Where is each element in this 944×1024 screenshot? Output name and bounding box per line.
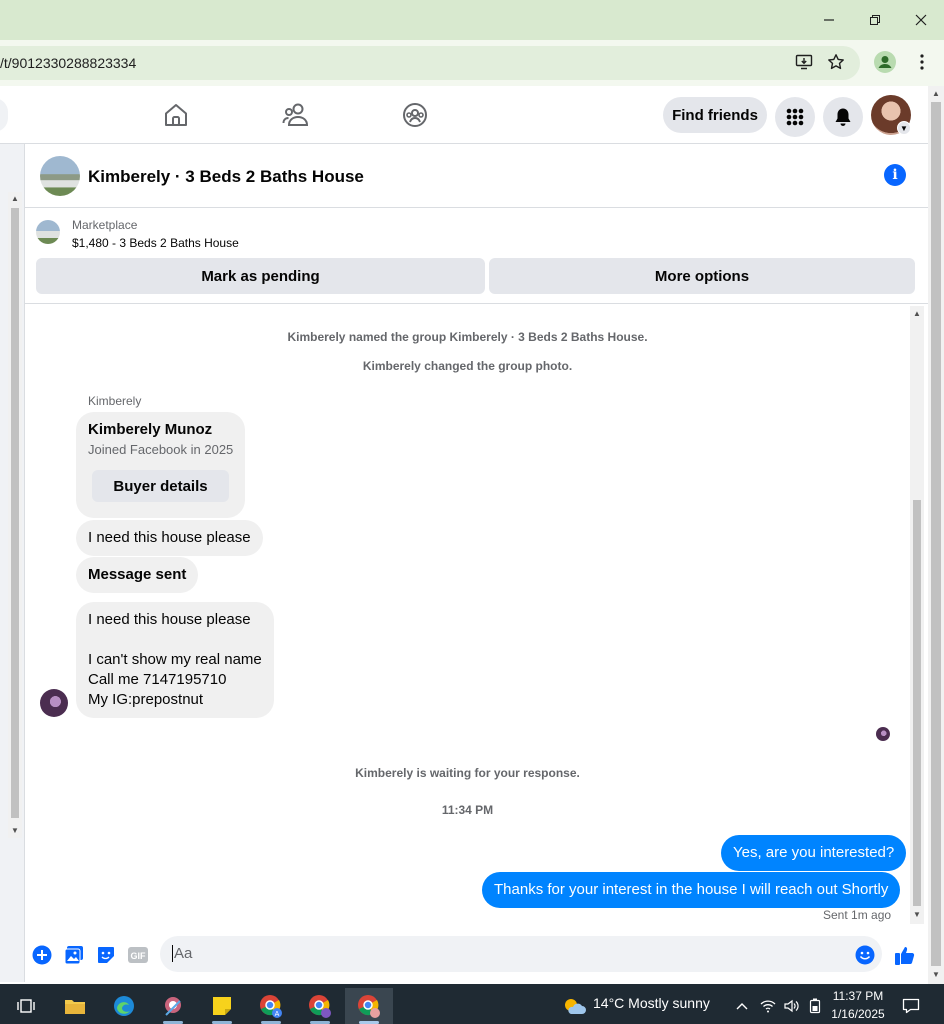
install-app-icon[interactable] <box>792 50 816 74</box>
system-message: Kimberely named the group Kimberely · 3 … <box>287 330 648 344</box>
add-plus-icon[interactable] <box>31 944 53 966</box>
groups-icon[interactable] <box>400 100 430 130</box>
like-thumbs-up-icon[interactable] <box>894 944 916 966</box>
contact-avatar[interactable] <box>40 689 68 717</box>
group-photo[interactable] <box>40 156 80 196</box>
photo-icon[interactable] <box>63 944 85 966</box>
marketplace-label: Marketplace <box>72 218 138 232</box>
address-bar[interactable]: /t/9012330288823334 <box>0 46 860 80</box>
chat-list-scrollbar[interactable]: ▲ ▼ <box>8 192 22 838</box>
volume-icon[interactable] <box>780 988 804 1024</box>
info-icon[interactable]: i <box>884 164 906 186</box>
chevron-up-icon[interactable] <box>730 988 754 1024</box>
browser-profile-icon[interactable] <box>874 51 896 73</box>
sent-status: Sent 1m ago <box>823 908 892 922</box>
divider <box>25 303 928 304</box>
snipping-tool-icon[interactable] <box>153 988 193 1024</box>
chat-title[interactable]: Kimberely · 3 Beds 2 Baths House <box>88 167 364 187</box>
wifi-icon[interactable] <box>756 988 780 1024</box>
listing-title[interactable]: $1,480 - 3 Beds 2 Baths House <box>72 236 239 250</box>
listing-thumbnail[interactable] <box>36 220 60 244</box>
close-icon[interactable] <box>908 8 934 32</box>
waiting-notice: Kimberely is waiting for your response. <box>355 766 580 780</box>
system-message: Kimberely changed the group photo. <box>362 359 573 373</box>
page-scrollbar[interactable]: ▲ ▼ <box>928 86 944 984</box>
message-line: I can't show my real name <box>88 651 262 668</box>
more-options-button[interactable]: More options <box>489 258 915 294</box>
weather-text[interactable]: 14°C Mostly sunny <box>593 995 710 1011</box>
sticker-icon[interactable] <box>95 944 117 966</box>
friends-icon[interactable] <box>281 100 311 130</box>
minimize-icon[interactable] <box>816 8 842 32</box>
sender-name: Kimberely <box>88 394 142 408</box>
emoji-icon[interactable] <box>854 944 876 966</box>
message-input-box[interactable] <box>160 936 882 972</box>
chevron-down-icon[interactable]: ▼ <box>897 121 911 135</box>
notifications-bell-icon[interactable] <box>823 97 863 137</box>
buyer-name: Kimberely Munoz <box>88 421 213 438</box>
message-timestamp: 11:34 PM <box>441 803 494 817</box>
message-input[interactable]: Aa <box>172 945 192 962</box>
browser-title-bar <box>0 0 944 40</box>
outgoing-message[interactable]: Yes, are you interested? <box>721 835 907 871</box>
clock-date: 1/16/2025 <box>831 1007 885 1021</box>
message-line: Call me 7147195710 <box>88 671 227 688</box>
outgoing-message[interactable]: Thanks for your interest in the house I … <box>482 872 901 908</box>
browser-menu-icon[interactable] <box>910 50 934 74</box>
address-bar-row: /t/9012330288823334 <box>0 40 944 86</box>
chrome-profile-b-icon[interactable] <box>300 988 340 1024</box>
message-line: My IG:prepostnut <box>88 691 204 708</box>
incoming-message[interactable]: I need this house please <box>76 520 263 556</box>
chrome-active-icon[interactable] <box>345 988 393 1024</box>
taskbar-clock[interactable]: 11:37 PM 1/16/2025 <box>826 987 890 1023</box>
weather-icon[interactable] <box>556 988 592 1024</box>
search-box[interactable] <box>0 98 8 132</box>
buyer-joined: Joined Facebook in 2025 <box>88 442 234 457</box>
notification-center-icon[interactable] <box>898 988 924 1024</box>
url-text[interactable]: /t/9012330288823334 <box>0 55 136 71</box>
home-icon[interactable] <box>161 100 191 130</box>
clock-time: 11:37 PM <box>832 989 884 1003</box>
sticky-notes-icon[interactable] <box>202 988 242 1024</box>
seen-indicator-avatar <box>876 727 890 741</box>
edge-browser-icon[interactable] <box>104 988 144 1024</box>
menu-grid-icon[interactable] <box>775 97 815 137</box>
task-view-icon[interactable] <box>6 988 46 1024</box>
chat-scrollbar[interactable]: ▲ ▼ <box>910 306 924 924</box>
restore-icon[interactable] <box>862 8 888 32</box>
bookmark-star-icon[interactable] <box>824 50 848 74</box>
file-explorer-icon[interactable] <box>55 988 95 1024</box>
buyer-details-button[interactable]: Buyer details <box>92 470 229 502</box>
svg-text:GIF: GIF <box>131 951 147 961</box>
message-line: I need this house please <box>88 611 251 628</box>
battery-icon[interactable] <box>804 988 826 1024</box>
mark-as-pending-button[interactable]: Mark as pending <box>36 258 485 294</box>
find-friends-button[interactable]: Find friends <box>663 97 767 133</box>
incoming-message[interactable]: I need this house please I can't show my… <box>76 602 274 718</box>
chrome-profile-a-icon[interactable]: A <box>251 988 291 1024</box>
incoming-message[interactable]: Message sent <box>76 557 199 593</box>
gif-icon[interactable]: GIF <box>127 944 149 966</box>
svg-text:A: A <box>275 1011 280 1018</box>
